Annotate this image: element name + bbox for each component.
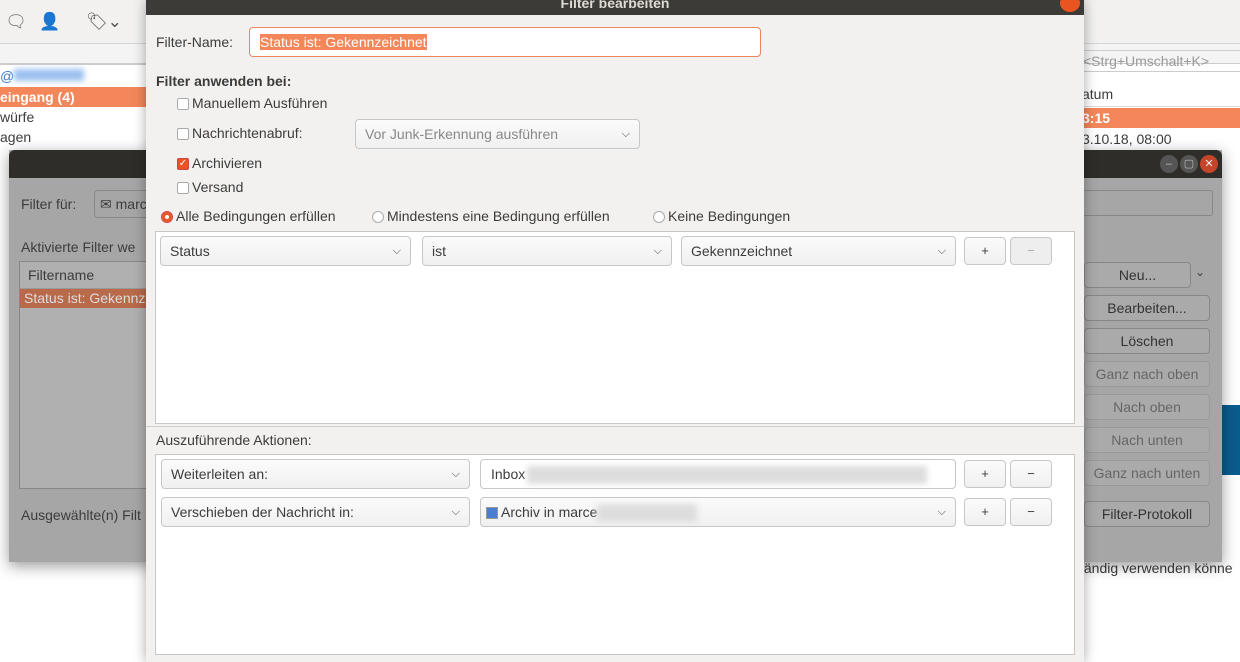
new-filter-button[interactable]: Neu... xyxy=(1084,262,1191,288)
conditions-panel: Status ⌵ ist ⌵ Gekennzeichnet ⌵ + − xyxy=(155,231,1075,424)
move-bottom-button[interactable]: Ganz nach unten xyxy=(1084,460,1210,486)
quick-filter-input[interactable]: <Strg+Umschalt+K> xyxy=(1080,50,1240,72)
filter-search-input[interactable] xyxy=(1075,190,1213,216)
enabled-filters-label: Aktivierte Filter we xyxy=(21,239,136,255)
chevron-down-icon: ⌵ xyxy=(392,245,401,257)
chevron-down-icon: ⌵ xyxy=(937,506,946,518)
maximize-icon[interactable]: ▢ xyxy=(1180,155,1198,173)
manual-checkbox[interactable]: Manuellem Ausführen xyxy=(177,95,327,111)
chevron-down-icon: ⌵ xyxy=(451,506,460,518)
remove-condition-button[interactable]: − xyxy=(1010,237,1052,265)
delete-filter-button[interactable]: Löschen xyxy=(1084,328,1210,354)
filter-log-button[interactable]: Filter-Protokoll xyxy=(1084,501,1210,527)
send-checkbox[interactable]: Versand xyxy=(177,179,243,195)
move-top-button[interactable]: Ganz nach oben xyxy=(1084,361,1210,387)
remove-action-button[interactable]: − xyxy=(1010,498,1052,526)
actions-panel: Weiterleiten an: ⌵ Inbox + − Verschieben … xyxy=(155,454,1075,655)
match-all-radio[interactable]: Alle Bedingungen erfüllen xyxy=(161,208,336,224)
action-select[interactable]: Verschieben der Nachricht in: ⌵ xyxy=(161,497,470,527)
add-action-button[interactable]: + xyxy=(964,460,1006,488)
filter-list: Filtername Status ist: Gekennz xyxy=(19,261,159,489)
folder-inbox[interactable]: eingang (4) xyxy=(0,87,146,107)
filter-name-input[interactable]: Status ist: Gekennzeichnet xyxy=(249,27,761,57)
folder-icon xyxy=(486,507,498,520)
filter-for-label: Filter für: xyxy=(21,196,77,212)
forward-address-input[interactable]: Inbox xyxy=(480,459,956,489)
condition-value-select[interactable]: Gekennzeichnet ⌵ xyxy=(681,236,956,266)
minimize-icon[interactable]: – xyxy=(1160,155,1178,173)
add-condition-button[interactable]: + xyxy=(964,237,1006,265)
selected-filter-label: Ausgewählte(n) Filt xyxy=(21,507,141,523)
message-row[interactable]: 3:15 xyxy=(1080,108,1240,128)
apply-on-label: Filter anwenden bei: xyxy=(156,73,292,89)
condition-operator-select[interactable]: ist ⌵ xyxy=(422,236,672,266)
chevron-down-icon[interactable]: ⌄ xyxy=(1195,265,1205,279)
condition-field-select[interactable]: Status ⌵ xyxy=(160,236,411,266)
match-any-radio[interactable]: Mindestens eine Bedingung erfüllen xyxy=(372,208,610,224)
fetch-timing-select[interactable]: Vor Junk-Erkennung ausführen ⌵ xyxy=(355,119,640,149)
archive-checkbox[interactable]: ✓ Archivieren xyxy=(177,155,262,171)
chevron-down-icon: ⌵ xyxy=(621,128,630,140)
action-select[interactable]: Weiterleiten an: ⌵ xyxy=(161,459,470,489)
move-down-button[interactable]: Nach unten xyxy=(1084,427,1210,453)
target-folder-select[interactable]: Archiv in marce ⌵ xyxy=(480,497,956,527)
filter-list-item[interactable]: Status ist: Gekennz xyxy=(20,289,158,308)
mail-icon: ✉ xyxy=(100,196,116,212)
edit-filter-dialog: Filter bearbeiten Filter-Name: Status is… xyxy=(146,0,1084,662)
filter-name-label: Filter-Name: xyxy=(156,34,234,50)
edit-filter-button[interactable]: Bearbeiten... xyxy=(1084,295,1210,321)
fetch-checkbox[interactable]: Nachrichtenabruf: xyxy=(177,125,303,141)
dialog-title: Filter bearbeiten xyxy=(146,0,1084,15)
message-row[interactable]: 3.10.18, 08:00 xyxy=(1080,129,1240,149)
chevron-down-icon: ⌵ xyxy=(937,245,946,257)
match-none-radio[interactable]: Keine Bedingungen xyxy=(653,208,790,224)
tag-icon[interactable]: 🏷⌄ xyxy=(86,10,122,34)
column-header-filtername[interactable]: Filtername xyxy=(20,262,158,289)
folder-templates[interactable]: agen xyxy=(0,127,31,147)
chevron-down-icon: ⌵ xyxy=(653,245,662,257)
account-name: @ xyxy=(0,66,85,86)
remove-action-button[interactable]: − xyxy=(1010,460,1052,488)
folder-drafts[interactable]: würfe xyxy=(0,107,34,127)
chat-icon[interactable]: 🗨 xyxy=(4,10,28,34)
add-action-button[interactable]: + xyxy=(964,498,1006,526)
chevron-down-icon: ⌵ xyxy=(451,468,460,480)
close-icon[interactable]: ✕ xyxy=(1200,155,1218,173)
move-up-button[interactable]: Nach oben xyxy=(1084,394,1210,420)
address-book-icon[interactable]: 👤 xyxy=(38,10,62,34)
column-header-date[interactable]: atum xyxy=(1080,83,1240,107)
actions-label: Auszuführende Aktionen: xyxy=(156,432,312,448)
